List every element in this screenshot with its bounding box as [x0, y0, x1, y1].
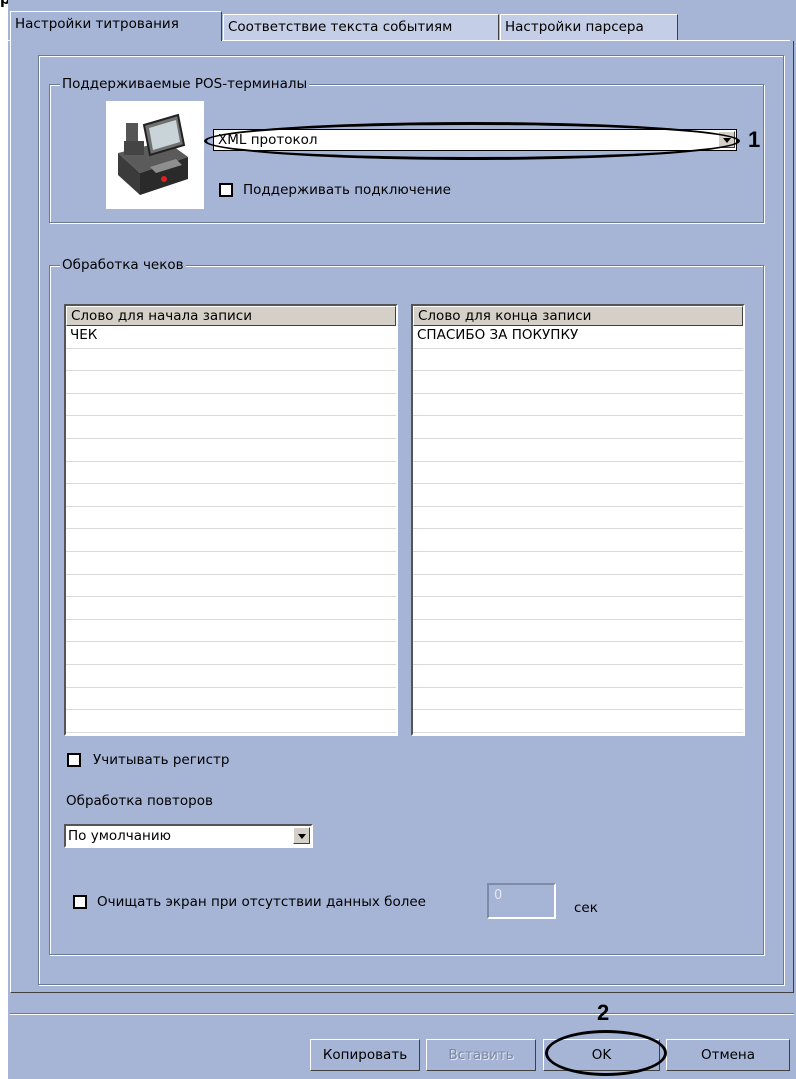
- repeat-processing-label: Обработка повторов: [66, 793, 213, 809]
- list-item[interactable]: [66, 484, 396, 507]
- clear-timeout-unit: сек: [574, 900, 598, 916]
- end-word-header[interactable]: Слово для конца записи: [413, 306, 743, 326]
- receipt-processing-legend: Обработка чеков: [60, 257, 186, 273]
- list-item[interactable]: [413, 394, 743, 417]
- list-item[interactable]: [413, 575, 743, 598]
- list-item[interactable]: [66, 371, 396, 394]
- paste-button[interactable]: Вставить: [426, 1039, 536, 1071]
- pos-terminals-legend: Поддерживаемые POS-терминалы: [60, 76, 310, 92]
- clear-screen-label: Очищать экран при отсутствии данных боле…: [97, 894, 426, 910]
- list-item[interactable]: ЧЕК: [66, 326, 396, 349]
- list-item[interactable]: [413, 665, 743, 688]
- annotation-ellipse-1: [204, 122, 740, 160]
- list-item[interactable]: [66, 620, 396, 643]
- tab-subtitle-settings[interactable]: Настройки титрования: [10, 11, 222, 41]
- list-item[interactable]: [66, 416, 396, 439]
- repeat-processing-value: По умолчанию: [68, 828, 171, 844]
- start-word-rows: ЧЕК: [66, 326, 396, 733]
- list-item[interactable]: [413, 349, 743, 372]
- tab-parser-settings[interactable]: Настройки парсера: [500, 14, 678, 40]
- list-item[interactable]: [413, 529, 743, 552]
- list-item[interactable]: [66, 439, 396, 462]
- list-item[interactable]: [66, 529, 396, 552]
- list-item[interactable]: [66, 688, 396, 711]
- case-sensitive-checkbox[interactable]: [67, 753, 81, 767]
- list-item[interactable]: [66, 394, 396, 417]
- end-word-list[interactable]: Слово для конца записи СПАСИБО ЗА ПОКУПК…: [411, 304, 745, 736]
- list-item[interactable]: [66, 665, 396, 688]
- clear-timeout-input[interactable]: 0: [487, 883, 556, 919]
- list-item[interactable]: [66, 349, 396, 372]
- list-item[interactable]: [413, 416, 743, 439]
- cancel-button[interactable]: Отмена: [666, 1039, 790, 1071]
- pos-terminal-image: [106, 101, 204, 209]
- clear-timeout-value: 0: [494, 888, 503, 903]
- list-item[interactable]: [413, 439, 743, 462]
- chevron-down-icon[interactable]: [293, 827, 310, 844]
- start-word-header[interactable]: Слово для начала записи: [66, 306, 396, 326]
- list-item[interactable]: [66, 597, 396, 620]
- list-item[interactable]: [413, 597, 743, 620]
- support-connection-label: Поддерживать подключение: [243, 182, 451, 198]
- list-item[interactable]: [66, 642, 396, 665]
- list-item[interactable]: [413, 552, 743, 575]
- list-item[interactable]: [413, 484, 743, 507]
- list-item[interactable]: [66, 507, 396, 530]
- list-item[interactable]: [66, 710, 396, 733]
- end-word-rows: СПАСИБО ЗА ПОКУПКУ: [413, 326, 743, 733]
- list-item[interactable]: [66, 462, 396, 485]
- start-word-list[interactable]: Слово для начала записи ЧЕК: [64, 304, 398, 736]
- case-sensitive-label: Учитывать регистр: [93, 752, 230, 768]
- annotation-label-2: 2: [597, 1000, 610, 1025]
- list-item[interactable]: [413, 507, 743, 530]
- support-connection-checkbox[interactable]: [219, 183, 233, 197]
- list-item[interactable]: [413, 688, 743, 711]
- list-item[interactable]: [66, 552, 396, 575]
- list-item[interactable]: СПАСИБО ЗА ПОКУПКУ: [413, 326, 743, 349]
- clear-screen-checkbox[interactable]: [73, 895, 87, 909]
- bottom-separator: [10, 1013, 794, 1015]
- list-item[interactable]: [66, 575, 396, 598]
- copy-button[interactable]: Копировать: [310, 1039, 420, 1071]
- list-item[interactable]: [413, 371, 743, 394]
- annotation-label-1: 1: [748, 127, 761, 152]
- pos-terminal-icon: [106, 101, 204, 209]
- list-item[interactable]: [413, 710, 743, 733]
- list-item[interactable]: [413, 462, 743, 485]
- annotation-ellipse-2: [545, 1030, 667, 1076]
- repeat-processing-select[interactable]: По умолчанию: [64, 824, 313, 848]
- list-item[interactable]: [413, 620, 743, 643]
- tab-text-events[interactable]: Соответствие текста событиям: [223, 14, 499, 40]
- list-item[interactable]: [413, 642, 743, 665]
